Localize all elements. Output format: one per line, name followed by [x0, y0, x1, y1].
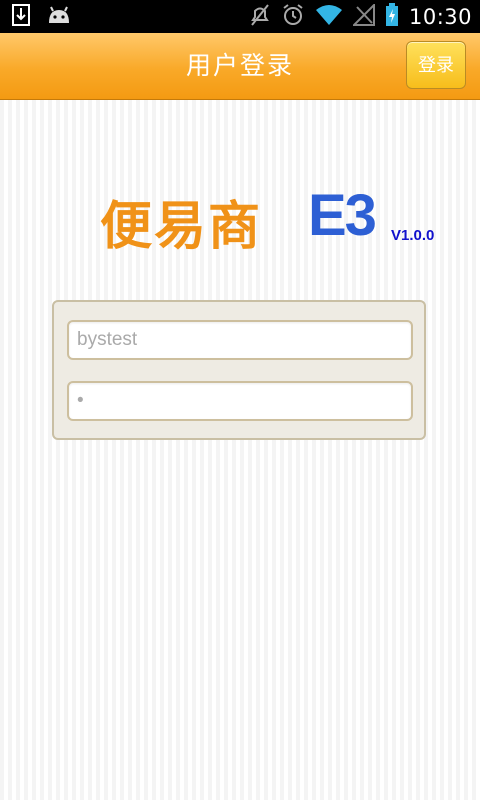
password-field[interactable]: •	[67, 381, 413, 421]
status-bar: 10:30	[0, 0, 480, 33]
signal-icon	[351, 2, 375, 30]
battery-charging-icon	[385, 3, 399, 31]
logo-cn-text: 便易商	[100, 197, 263, 257]
title-bar: 用户登录 登录	[0, 33, 480, 100]
login-form: bystest •	[52, 300, 426, 440]
login-content: 便易商 E3 V1.0.0 bystest •	[0, 100, 480, 800]
android-icon	[46, 5, 72, 29]
username-field[interactable]: bystest	[67, 320, 413, 360]
wifi-icon	[315, 4, 343, 30]
status-time: 10:30	[408, 5, 472, 29]
alarm-icon	[281, 3, 305, 31]
login-button[interactable]: 登录	[406, 41, 466, 89]
version-label: V1.0.0	[391, 227, 435, 244]
logo-e3-text: E3	[308, 183, 377, 248]
mute-icon	[249, 3, 271, 31]
download-icon	[12, 4, 30, 30]
